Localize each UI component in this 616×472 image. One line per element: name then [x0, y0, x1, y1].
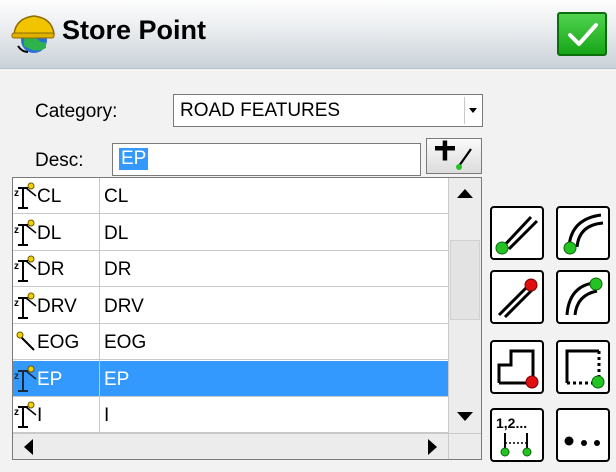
more-options-icon — [564, 436, 600, 446]
desc-input[interactable]: EP — [112, 143, 421, 176]
close-rectangle-button[interactable] — [490, 340, 544, 394]
row-description: DRV — [104, 295, 144, 317]
list-item[interactable]: z EP EP — [13, 360, 448, 397]
point-sequence-label: 1,2... — [496, 415, 527, 431]
list-item[interactable]: z CL CL — [13, 178, 448, 214]
close-rectangle-icon — [497, 349, 539, 389]
arrow-down-icon — [457, 412, 473, 421]
desc-label: Desc: — [35, 150, 84, 171]
svg-text:z: z — [14, 261, 19, 272]
arrow-right-icon — [428, 439, 437, 455]
line-end-button[interactable] — [490, 270, 544, 324]
row-code: CL — [37, 186, 62, 207]
checkmark-icon — [568, 23, 598, 46]
arc-end-icon — [565, 277, 603, 316]
category-select[interactable]: ROAD FEATURES — [173, 94, 483, 127]
row-description: CL — [104, 186, 129, 207]
list-item[interactable]: zII — [13, 397, 448, 433]
list-item[interactable]: EOG EOG — [13, 324, 448, 360]
arc-end-button[interactable] — [556, 270, 610, 324]
title-bar: Store Point — [0, 0, 616, 69]
arrow-left-icon — [24, 439, 33, 455]
complete-rectangle-icon — [565, 349, 605, 389]
row-description: EP — [104, 368, 130, 390]
row-description: I — [104, 405, 110, 426]
complete-rectangle-button[interactable] — [556, 340, 610, 394]
line-start-button[interactable] — [490, 206, 544, 260]
row-code: DR — [37, 259, 65, 280]
row-description: DL — [104, 222, 129, 244]
list-item[interactable]: z DL DL — [13, 215, 448, 251]
scroll-thumb[interactable] — [450, 240, 480, 320]
svg-text:z: z — [14, 407, 19, 418]
category-label: Category: — [35, 101, 118, 122]
arc-start-button[interactable] — [556, 206, 610, 260]
code-list: z CL CL z DL DL z DR DR z DRV DRV EOG EOG z EP EP z I I — [12, 177, 482, 460]
dropdown-arrow[interactable] — [464, 97, 480, 124]
scroll-down-button[interactable] — [449, 402, 481, 432]
desc-value: EP — [119, 148, 149, 170]
arc-start-icon — [563, 213, 604, 255]
add-edit-icon — [435, 140, 472, 170]
point-sequence-icon: 1,2... — [496, 415, 532, 457]
line-end-icon — [497, 278, 538, 319]
vertical-scrollbar[interactable] — [448, 178, 481, 433]
window-title: Store Point — [62, 15, 207, 45]
more-options-button[interactable] — [556, 408, 610, 462]
list-item[interactable]: z DR DR — [13, 251, 448, 287]
row-code: DRV — [37, 295, 77, 317]
svg-text:z: z — [14, 298, 19, 309]
ok-button[interactable] — [557, 12, 607, 56]
column-divider — [99, 178, 100, 433]
hardhat-globe-icon — [11, 15, 55, 53]
svg-text:z: z — [14, 371, 19, 382]
point-sequence-button[interactable]: 1,2... — [490, 408, 544, 462]
row-description: EOG — [104, 332, 147, 353]
chevron-down-icon — [469, 108, 477, 113]
scroll-right-button[interactable] — [416, 432, 448, 462]
svg-text:z: z — [14, 225, 19, 236]
scroll-corner — [448, 433, 481, 459]
row-description: DR — [104, 259, 132, 280]
list-item[interactable]: z DRV DRV — [13, 288, 448, 324]
scroll-up-button[interactable] — [449, 178, 481, 208]
row-code: I — [37, 405, 43, 426]
category-value: ROAD FEATURES — [180, 100, 341, 121]
row-code: EOG — [37, 332, 80, 353]
row-code: EP — [37, 368, 63, 390]
horizontal-scrollbar[interactable] — [13, 433, 448, 459]
arrow-up-icon — [457, 189, 473, 198]
add-description-button[interactable] — [426, 138, 482, 174]
row-code: DL — [37, 222, 62, 244]
line-start-icon — [495, 215, 539, 255]
svg-text:z: z — [14, 188, 19, 199]
scroll-left-button[interactable] — [13, 432, 45, 462]
